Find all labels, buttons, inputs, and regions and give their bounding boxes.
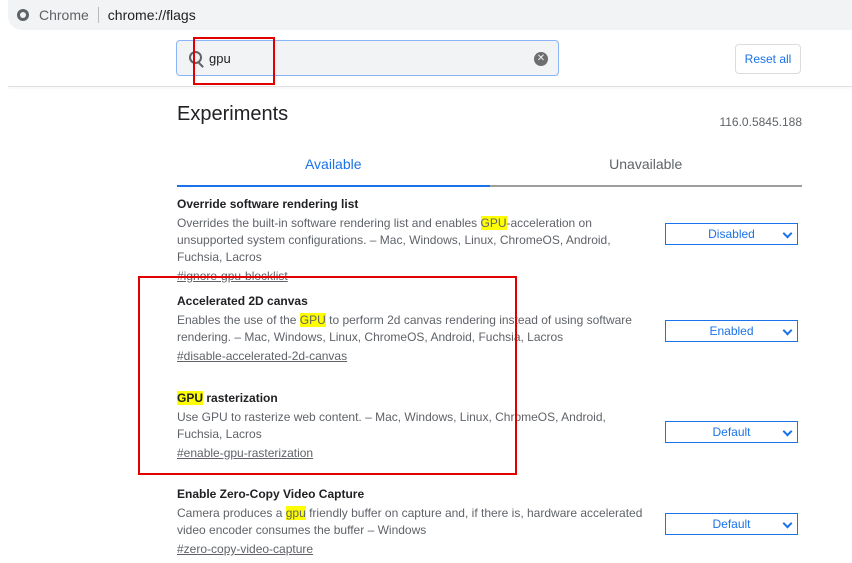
dropdown-value: Disabled xyxy=(708,227,755,241)
flag-title: GPU rasterization xyxy=(177,390,802,406)
description-text: Use GPU to rasterize web content. – Mac,… xyxy=(177,410,606,441)
flag-link[interactable]: #ignore-gpu-blocklist xyxy=(177,269,288,283)
dropdown-value: Enabled xyxy=(709,324,754,338)
flag-description: Camera produces a gpu friendly buffer on… xyxy=(177,505,652,539)
tab-bar: Available Unavailable xyxy=(177,152,802,187)
search-box[interactable]: ✕ xyxy=(176,40,559,76)
chevron-down-icon xyxy=(782,426,793,437)
tab-available[interactable]: Available xyxy=(177,152,490,187)
flag-description: Overrides the built-in software renderin… xyxy=(177,215,652,266)
flag-item: Accelerated 2D canvas Enables the use of … xyxy=(177,293,802,365)
search-highlight: GPU xyxy=(480,216,507,230)
chevron-down-icon xyxy=(782,228,793,239)
page-title: Experiments xyxy=(177,103,289,125)
address-bar[interactable]: Chrome chrome://flags xyxy=(8,0,852,30)
flag-item: Override software rendering list Override… xyxy=(177,196,802,285)
flag-state-dropdown[interactable]: Default xyxy=(665,421,798,443)
description-text: Enables the use of the xyxy=(177,313,300,327)
search-icon xyxy=(189,51,202,64)
title-text: Override software rendering list xyxy=(177,197,359,211)
divider xyxy=(97,7,99,23)
flag-state-dropdown[interactable]: Disabled xyxy=(665,223,798,245)
url-text[interactable]: chrome://flags xyxy=(108,7,196,23)
flag-link[interactable]: #enable-gpu-rasterization xyxy=(177,446,313,460)
flag-link[interactable]: #zero-copy-video-capture xyxy=(177,542,313,556)
chrome-logo-icon xyxy=(17,9,29,21)
description-text: Overrides the built-in software renderin… xyxy=(177,216,481,230)
tab-unavailable[interactable]: Unavailable xyxy=(490,152,803,185)
search-input[interactable] xyxy=(209,49,509,67)
flag-state-dropdown[interactable]: Enabled xyxy=(665,320,798,342)
title-text: rasterization xyxy=(203,391,278,405)
flag-description: Use GPU to rasterize web content. – Mac,… xyxy=(177,409,652,443)
chevron-down-icon xyxy=(782,518,793,529)
search-highlight: GPU xyxy=(177,391,204,405)
version-label: 116.0.5845.188 xyxy=(719,115,802,129)
flag-title: Accelerated 2D canvas xyxy=(177,293,802,309)
header-divider xyxy=(8,86,852,87)
dropdown-value: Default xyxy=(712,425,751,439)
flag-title: Override software rendering list xyxy=(177,196,802,212)
title-text: Enable Zero-Copy Video Capture xyxy=(177,487,365,501)
search-highlight: GPU xyxy=(299,313,326,327)
flag-title: Enable Zero-Copy Video Capture xyxy=(177,486,802,502)
title-text: Accelerated 2D canvas xyxy=(177,294,308,308)
flag-link[interactable]: #disable-accelerated-2d-canvas xyxy=(177,349,347,363)
dropdown-value: Default xyxy=(712,517,751,531)
flag-item: GPU rasterization Use GPU to rasterize we… xyxy=(177,390,802,462)
clear-search-icon[interactable]: ✕ xyxy=(534,52,548,66)
flag-item: Enable Zero-Copy Video Capture Camera pro… xyxy=(177,486,802,558)
chevron-down-icon xyxy=(782,325,793,336)
description-text: Camera produces a xyxy=(177,506,286,520)
search-highlight: gpu xyxy=(285,506,306,520)
flag-state-dropdown[interactable]: Default xyxy=(665,513,798,535)
app-name: Chrome xyxy=(39,7,89,23)
reset-all-button[interactable]: Reset all xyxy=(735,44,801,74)
flag-description: Enables the use of the GPU to perform 2d… xyxy=(177,312,652,346)
